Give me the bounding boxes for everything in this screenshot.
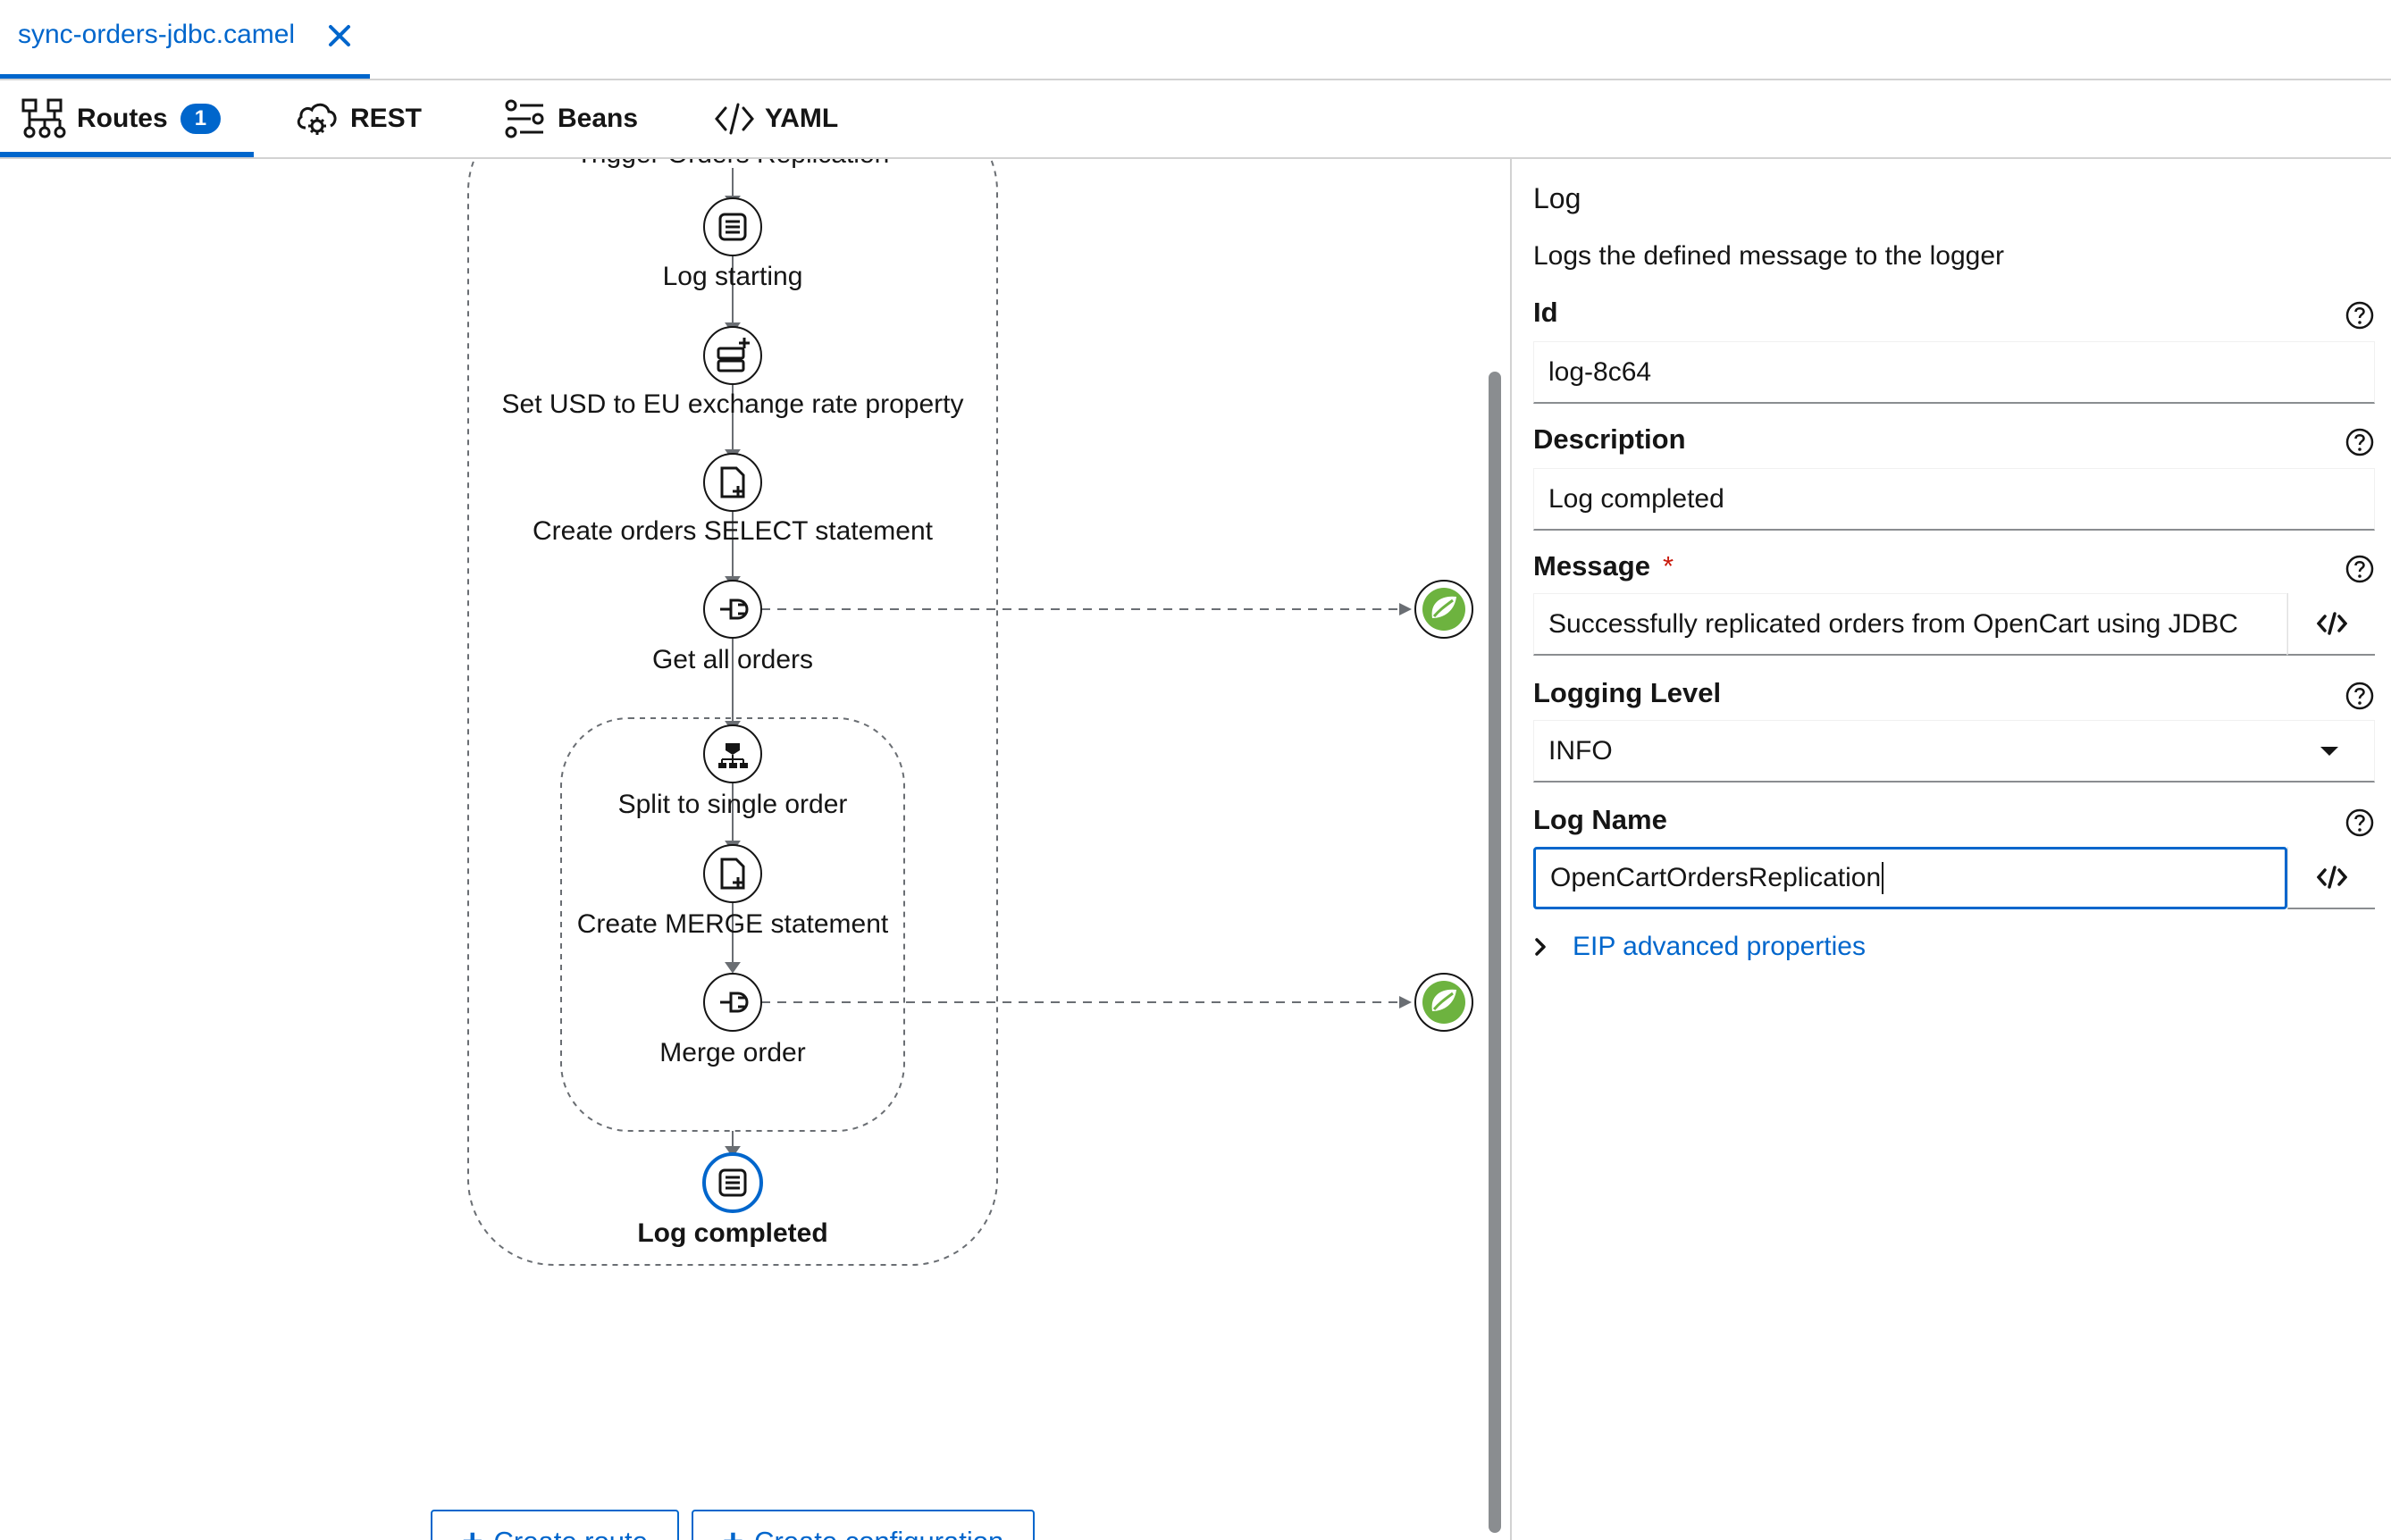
route-diagram: Trigger Orders Replication Lo <box>467 159 1473 1266</box>
log-name-input[interactable]: OpenCartOrdersReplication <box>1533 847 2287 909</box>
routes-count-badge: 1 <box>180 104 222 134</box>
properties-panel: Log Logs the defined message to the logg… <box>1512 159 2391 1540</box>
spring-jdbc-icon[interactable] <box>1414 973 1473 1032</box>
code-icon <box>2316 866 2347 889</box>
log-name-value: OpenCartOrdersReplication <box>1550 863 1882 892</box>
node-label: Create orders SELECT statement <box>533 516 934 546</box>
panel-description: Logs the defined message to the logger <box>1533 241 2005 271</box>
tab-routes-label: Routes <box>77 104 168 133</box>
help-icon[interactable] <box>2345 808 2375 838</box>
create-route-label: Create route <box>494 1526 648 1540</box>
canvas-scrollbar[interactable] <box>1489 372 1501 1533</box>
node-log-starting[interactable] <box>703 197 762 256</box>
node-label-selected: Log completed <box>637 1218 827 1248</box>
id-value: log-8c64 <box>1548 356 1652 387</box>
cloud-gear-icon <box>297 103 337 135</box>
trigger-label: Trigger Orders Replication <box>576 159 890 169</box>
beans-icon <box>505 99 544 138</box>
node-get-all-orders[interactable] <box>703 580 762 639</box>
chevron-right-icon <box>1535 938 1546 956</box>
node-label: Create MERGE statement <box>577 909 889 939</box>
node-label: Split to single order <box>618 790 848 819</box>
tab-rest[interactable]: REST <box>295 80 422 157</box>
node-label: Merge order <box>659 1038 805 1067</box>
endpoint-connectors <box>761 608 1403 1003</box>
file-tab-bar: sync-orders-jdbc.camel <box>0 0 2391 80</box>
node-create-merge-statement[interactable] <box>703 844 762 903</box>
create-configuration-label: Create configuration <box>754 1526 1003 1540</box>
log-name-label: Log Name <box>1533 804 1667 835</box>
file-tab-name[interactable]: sync-orders-jdbc.camel <box>18 20 295 50</box>
required-marker: * <box>1662 550 1674 582</box>
description-label: Description <box>1533 423 1686 455</box>
id-input[interactable]: log-8c64 <box>1533 341 2375 404</box>
file-tab[interactable]: sync-orders-jdbc.camel <box>0 0 370 79</box>
node-label: Get all orders <box>652 645 813 674</box>
help-icon[interactable] <box>2345 681 2375 711</box>
eip-advanced-properties-label: EIP advanced properties <box>1573 932 1866 961</box>
tab-rest-label: REST <box>350 104 423 133</box>
node-set-exchange-rate-property[interactable] <box>703 326 762 385</box>
routes-icon <box>21 98 66 138</box>
route-canvas[interactable]: Trigger Orders Replication Lo <box>0 159 1510 1540</box>
message-label: Message * <box>1533 550 1674 582</box>
description-value: Log completed <box>1548 483 1724 514</box>
logging-level-value: INFO <box>1548 735 1613 766</box>
logging-level-select[interactable]: INFO <box>1533 720 2375 783</box>
tab-beans-label: Beans <box>558 104 639 133</box>
caret-down-icon <box>2320 746 2338 756</box>
help-icon[interactable] <box>2345 300 2375 331</box>
tab-routes[interactable]: Routes 1 <box>21 80 222 157</box>
eip-advanced-properties-toggle[interactable]: EIP advanced properties <box>1533 927 1866 967</box>
active-tab-indicator <box>0 152 254 157</box>
code-icon <box>2316 612 2347 635</box>
text-cursor <box>1882 862 1884 894</box>
plus-icon: + <box>462 1524 482 1540</box>
create-configuration-button[interactable]: + Create configuration <box>692 1510 1035 1540</box>
node-split-to-single-order[interactable] <box>703 724 762 783</box>
tab-yaml-label: YAML <box>765 104 839 133</box>
create-route-button[interactable]: + Create route <box>431 1510 679 1540</box>
node-label: Set USD to EU exchange rate property <box>502 389 964 419</box>
message-label-text: Message <box>1533 550 1650 582</box>
description-input[interactable]: Log completed <box>1533 468 2375 531</box>
id-label: Id <box>1533 297 1558 328</box>
view-tab-bar: Routes 1 REST Beans YAML <box>0 80 2391 159</box>
message-value: Successfully replicated orders from Open… <box>1548 608 2238 639</box>
logging-level-label: Logging Level <box>1533 677 1722 708</box>
message-expression-button[interactable] <box>2287 593 2375 656</box>
help-icon[interactable] <box>2345 427 2375 457</box>
node-log-completed[interactable] <box>702 1152 763 1213</box>
node-label: Log starting <box>663 262 803 291</box>
log-name-expression-button[interactable] <box>2287 847 2375 909</box>
tab-yaml[interactable]: YAML <box>715 80 838 157</box>
close-icon[interactable] <box>322 18 357 54</box>
panel-title: Log <box>1533 182 1581 214</box>
node-create-orders-select[interactable] <box>703 453 762 512</box>
help-icon[interactable] <box>2345 554 2375 584</box>
tab-beans[interactable]: Beans <box>504 80 638 157</box>
spring-jdbc-icon[interactable] <box>1414 580 1473 639</box>
node-merge-order[interactable] <box>703 973 762 1032</box>
code-icon <box>715 103 754 135</box>
message-input[interactable]: Successfully replicated orders from Open… <box>1533 593 2287 656</box>
plus-icon: + <box>723 1524 743 1540</box>
